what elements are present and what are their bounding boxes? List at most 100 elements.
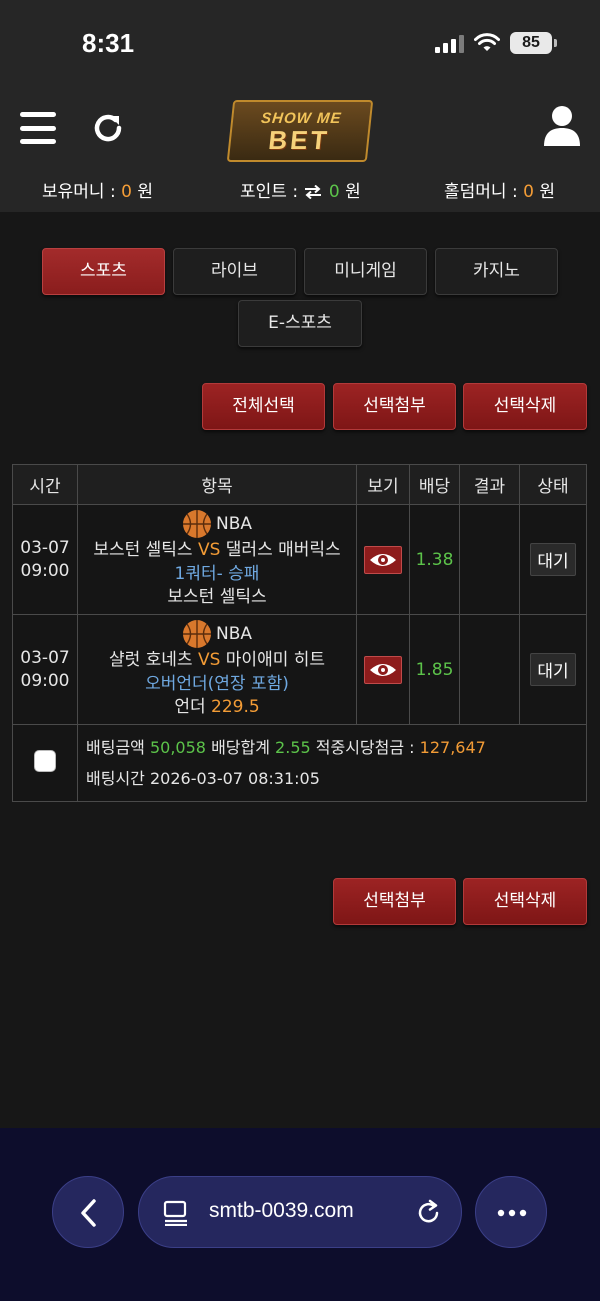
pick-line: 보스턴 셀틱스 [78, 586, 356, 610]
user-icon[interactable] [542, 104, 582, 146]
refresh-icon[interactable] [90, 110, 126, 146]
table-header-row: 시간 항목 보기 배당 결과 상태 [12, 464, 587, 505]
bet-date: 03-07 [20, 647, 70, 668]
payout-value: 127,647 [419, 738, 486, 757]
view-button[interactable] [364, 545, 402, 574]
hamburger-menu-icon[interactable] [20, 112, 56, 144]
vs-label: VS [197, 650, 221, 671]
market-type: 오버언더(연장 포함) [145, 673, 289, 694]
more-options-button[interactable] [475, 1176, 547, 1248]
delete-selected-button[interactable]: 선택삭제 [463, 383, 587, 430]
wifi-icon [474, 33, 500, 51]
page-menu-icon[interactable] [163, 1200, 189, 1226]
match-line: 보스턴 셀틱스 VS 댈러스 매버릭스 [78, 539, 356, 563]
away-team: 마이애미 히트 [225, 650, 326, 671]
select-all-button[interactable]: 전체선택 [202, 383, 325, 430]
league-line: NBA [78, 509, 356, 539]
bet-date: 03-07 [20, 537, 70, 558]
bet-table: 시간 항목 보기 배당 결과 상태 03-07 09:00 NBA 보스턴 셀틱… [12, 464, 587, 802]
holdem-money: 홀덤머니 : 0 원 [444, 177, 555, 202]
status-cell: 대기 [519, 614, 587, 725]
browser-toolbar: smtb-0039.com [0, 1128, 600, 1301]
home-team: 보스턴 셀틱스 [93, 540, 193, 561]
tab-minigame[interactable]: 미니게임 [304, 248, 427, 295]
holding-money: 보유머니 : 0 원 [42, 177, 153, 202]
col-result: 결과 [459, 464, 520, 505]
logo-text-bottom: BET [267, 124, 332, 155]
view-button[interactable] [364, 655, 402, 684]
home-team: 샬럿 호네츠 [108, 650, 193, 671]
logo-text-top: SHOW ME [260, 109, 343, 127]
col-status: 상태 [519, 464, 587, 505]
view-cell [356, 504, 410, 615]
chevron-left-icon [81, 1199, 96, 1227]
delete-selected-button-bottom[interactable]: 선택삭제 [463, 878, 587, 925]
payout-label: 적중시당첨금 : [315, 738, 415, 757]
attach-selected-button[interactable]: 선택첨부 [333, 383, 456, 430]
bet-amount-label: 배팅금액 [86, 738, 145, 757]
site-logo[interactable]: SHOW ME BET [226, 100, 374, 162]
col-view: 보기 [356, 464, 410, 505]
bet-summary-row: 배팅금액 50,058 배당합계 2.55 적중시당첨금 : 127,647 배… [12, 724, 587, 802]
time-cell: 03-07 09:00 [12, 504, 78, 615]
table-row: 03-07 09:00 NBA 샬럿 호네츠 VS 마이애미 히트 오버언더(연… [12, 614, 587, 725]
points-label: 포인트 : [240, 182, 299, 202]
signal-icon [435, 33, 464, 53]
item-cell: NBA 보스턴 셀틱스 VS 댈러스 매버릭스 1쿼터- 승패 보스턴 셀틱스 [77, 504, 357, 615]
time-cell: 03-07 09:00 [12, 614, 78, 725]
league-line: NBA [78, 619, 356, 649]
item-cell: NBA 샬럿 호네츠 VS 마이애미 히트 오버언더(연장 포함) 언더 229… [77, 614, 357, 725]
site-header: SHOW ME BET 보유머니 : 0 원 포인트 : 0 원 홀덤머니 : … [0, 90, 600, 212]
bet-time-value: 2026-03-07 08:31:05 [149, 769, 320, 788]
select-checkbox[interactable] [34, 749, 56, 772]
market-type: 1쿼터- 승패 [174, 563, 260, 584]
away-team: 댈러스 매버릭스 [225, 540, 341, 561]
status-badge: 대기 [530, 543, 576, 576]
tab-sports[interactable]: 스포츠 [42, 248, 165, 295]
basketball-icon [182, 620, 211, 649]
reload-icon[interactable] [415, 1199, 443, 1227]
vs-label: VS [197, 540, 221, 561]
status-icons: 85 [435, 32, 557, 54]
back-button[interactable] [52, 1176, 124, 1248]
odds-cell: 1.38 [409, 504, 460, 615]
result-cell [459, 614, 520, 725]
address-bar[interactable]: smtb-0039.com [138, 1176, 462, 1248]
pick-line: 언더 229.5 [78, 696, 356, 720]
status-cell: 대기 [519, 504, 587, 615]
tab-live[interactable]: 라이브 [173, 248, 296, 295]
pick-value: 229.5 [211, 697, 260, 718]
match-line: 샬럿 호네츠 VS 마이애미 히트 [78, 649, 356, 673]
pick-label: 언더 [174, 697, 206, 718]
holdem-money-unit: 원 [539, 182, 555, 202]
status-bar: 8:31 85 [0, 0, 600, 90]
col-odds: 배당 [409, 464, 460, 505]
eye-icon [370, 663, 396, 676]
basketball-icon [182, 510, 211, 539]
bet-time: 09:00 [20, 560, 70, 581]
col-item: 항목 [77, 464, 357, 505]
points: 포인트 : 0 원 [240, 177, 361, 202]
holding-money-value: 0 [121, 182, 132, 202]
summary-line-amounts: 배팅금액 50,058 배당합계 2.55 적중시당첨금 : 127,647 [86, 732, 586, 763]
table-row: 03-07 09:00 NBA 보스턴 셀틱스 VS 댈러스 매버릭스 1쿼터-… [12, 504, 587, 615]
points-value: 0 [328, 182, 340, 202]
view-cell [356, 614, 410, 725]
checkbox-cell [12, 724, 78, 802]
holding-money-label: 보유머니 : [42, 182, 116, 202]
odds-total-value: 2.55 [275, 738, 311, 757]
tab-esports[interactable]: E-스포츠 [238, 300, 362, 347]
ellipsis-icon [497, 1209, 527, 1217]
status-badge: 대기 [530, 653, 576, 686]
bet-time: 09:00 [20, 670, 70, 691]
bet-amount-value: 50,058 [149, 738, 206, 757]
odds-cell: 1.85 [409, 614, 460, 725]
exchange-arrows-icon[interactable] [303, 184, 323, 200]
attach-selected-button-bottom[interactable]: 선택첨부 [333, 878, 456, 925]
odds-total-label: 배당합계 [211, 738, 270, 757]
holding-money-unit: 원 [137, 182, 153, 202]
points-unit: 원 [345, 182, 361, 202]
tab-casino[interactable]: 카지노 [435, 248, 558, 295]
eye-icon [370, 553, 396, 566]
league-name: NBA [215, 624, 252, 645]
